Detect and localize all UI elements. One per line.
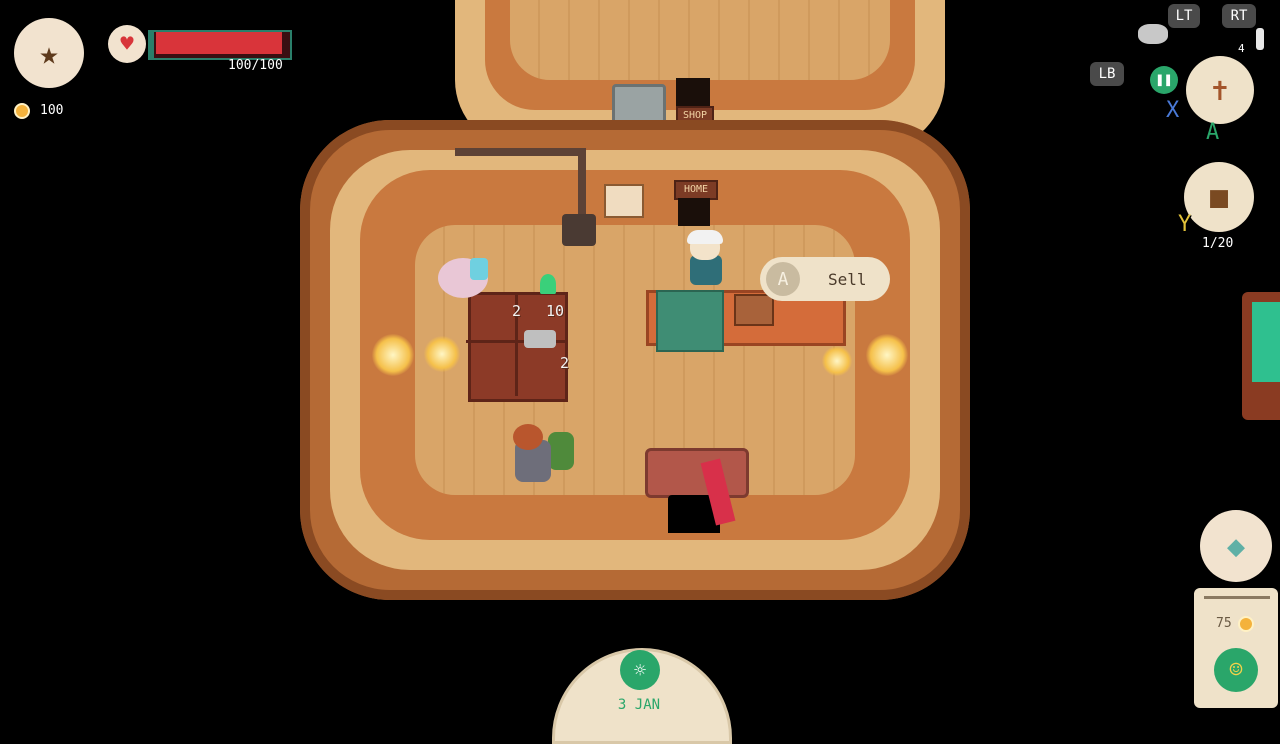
sell-prompt[interactable]: A Sell: [760, 257, 890, 301]
hp-bar-fill: [156, 32, 282, 54]
stove: [562, 214, 596, 246]
window-light-left: [424, 336, 460, 372]
customer-happy-icon: ☺: [1214, 648, 1258, 692]
cash-register-icon[interactable]: [734, 294, 774, 326]
gold-amount: 100: [40, 103, 64, 118]
rt-button[interactable]: RT: [1222, 4, 1256, 28]
price-panel-divider: [1204, 596, 1270, 599]
x-button[interactable]: X: [1166, 98, 1179, 123]
lb-button[interactable]: LB: [1090, 62, 1124, 86]
inventory-count: 1/20: [1202, 236, 1234, 251]
sell-label: Sell: [828, 269, 867, 289]
familiar-icon[interactable]: ★: [14, 18, 84, 88]
y-button[interactable]: Y: [1178, 212, 1191, 237]
upper-room-floor: [510, 0, 890, 80]
a-button-icon: A: [766, 262, 800, 296]
journal-page: [1252, 302, 1280, 382]
player-hair: [687, 230, 723, 244]
door-mat: [645, 448, 749, 498]
stove-pipe: [455, 148, 585, 156]
wall-notice: [604, 184, 644, 218]
hp-text: 100/100: [228, 58, 283, 73]
table-slot-count: 2: [512, 302, 522, 320]
shop-price: 75: [1216, 616, 1232, 631]
day-cycle-icon: ☼: [620, 650, 660, 690]
crystal-icon[interactable]: ◆: [1200, 510, 1272, 582]
counter-cloth: [656, 290, 724, 352]
a-button[interactable]: A: [1206, 120, 1219, 145]
lt-button[interactable]: LT: [1168, 4, 1200, 28]
herb-item-icon: [540, 274, 556, 294]
weapon-slot-icon[interactable]: [1138, 24, 1168, 44]
table-slot-count: 2: [560, 354, 570, 372]
pause-icon[interactable]: ❚❚: [1150, 66, 1178, 94]
window-light-right: [822, 346, 852, 376]
potion-icon: [1256, 28, 1264, 50]
wall-lamp-right: [866, 334, 908, 376]
calendar-date: 3 JAN: [617, 697, 661, 713]
home-sign: HOME: [674, 180, 718, 200]
ore-item-icon: [524, 330, 556, 348]
home-doorway[interactable]: [678, 198, 710, 226]
broom-tool-icon[interactable]: ✝: [1186, 56, 1254, 124]
table-slot-price: 10: [546, 302, 565, 320]
coin-icon: [1238, 616, 1254, 632]
coin-icon: [14, 103, 30, 119]
customer-head: [513, 424, 543, 450]
heart-icon: ♥: [108, 25, 146, 63]
backpack-icon[interactable]: ■: [1184, 162, 1254, 232]
rt-count: 4: [1238, 42, 1245, 55]
shop-doorway[interactable]: [676, 78, 710, 106]
stove-pipe-vertical: [578, 148, 586, 218]
wall-lamp-left: [372, 334, 414, 376]
crystal-on-npc: [470, 258, 488, 280]
customer-backpack: [548, 432, 574, 470]
